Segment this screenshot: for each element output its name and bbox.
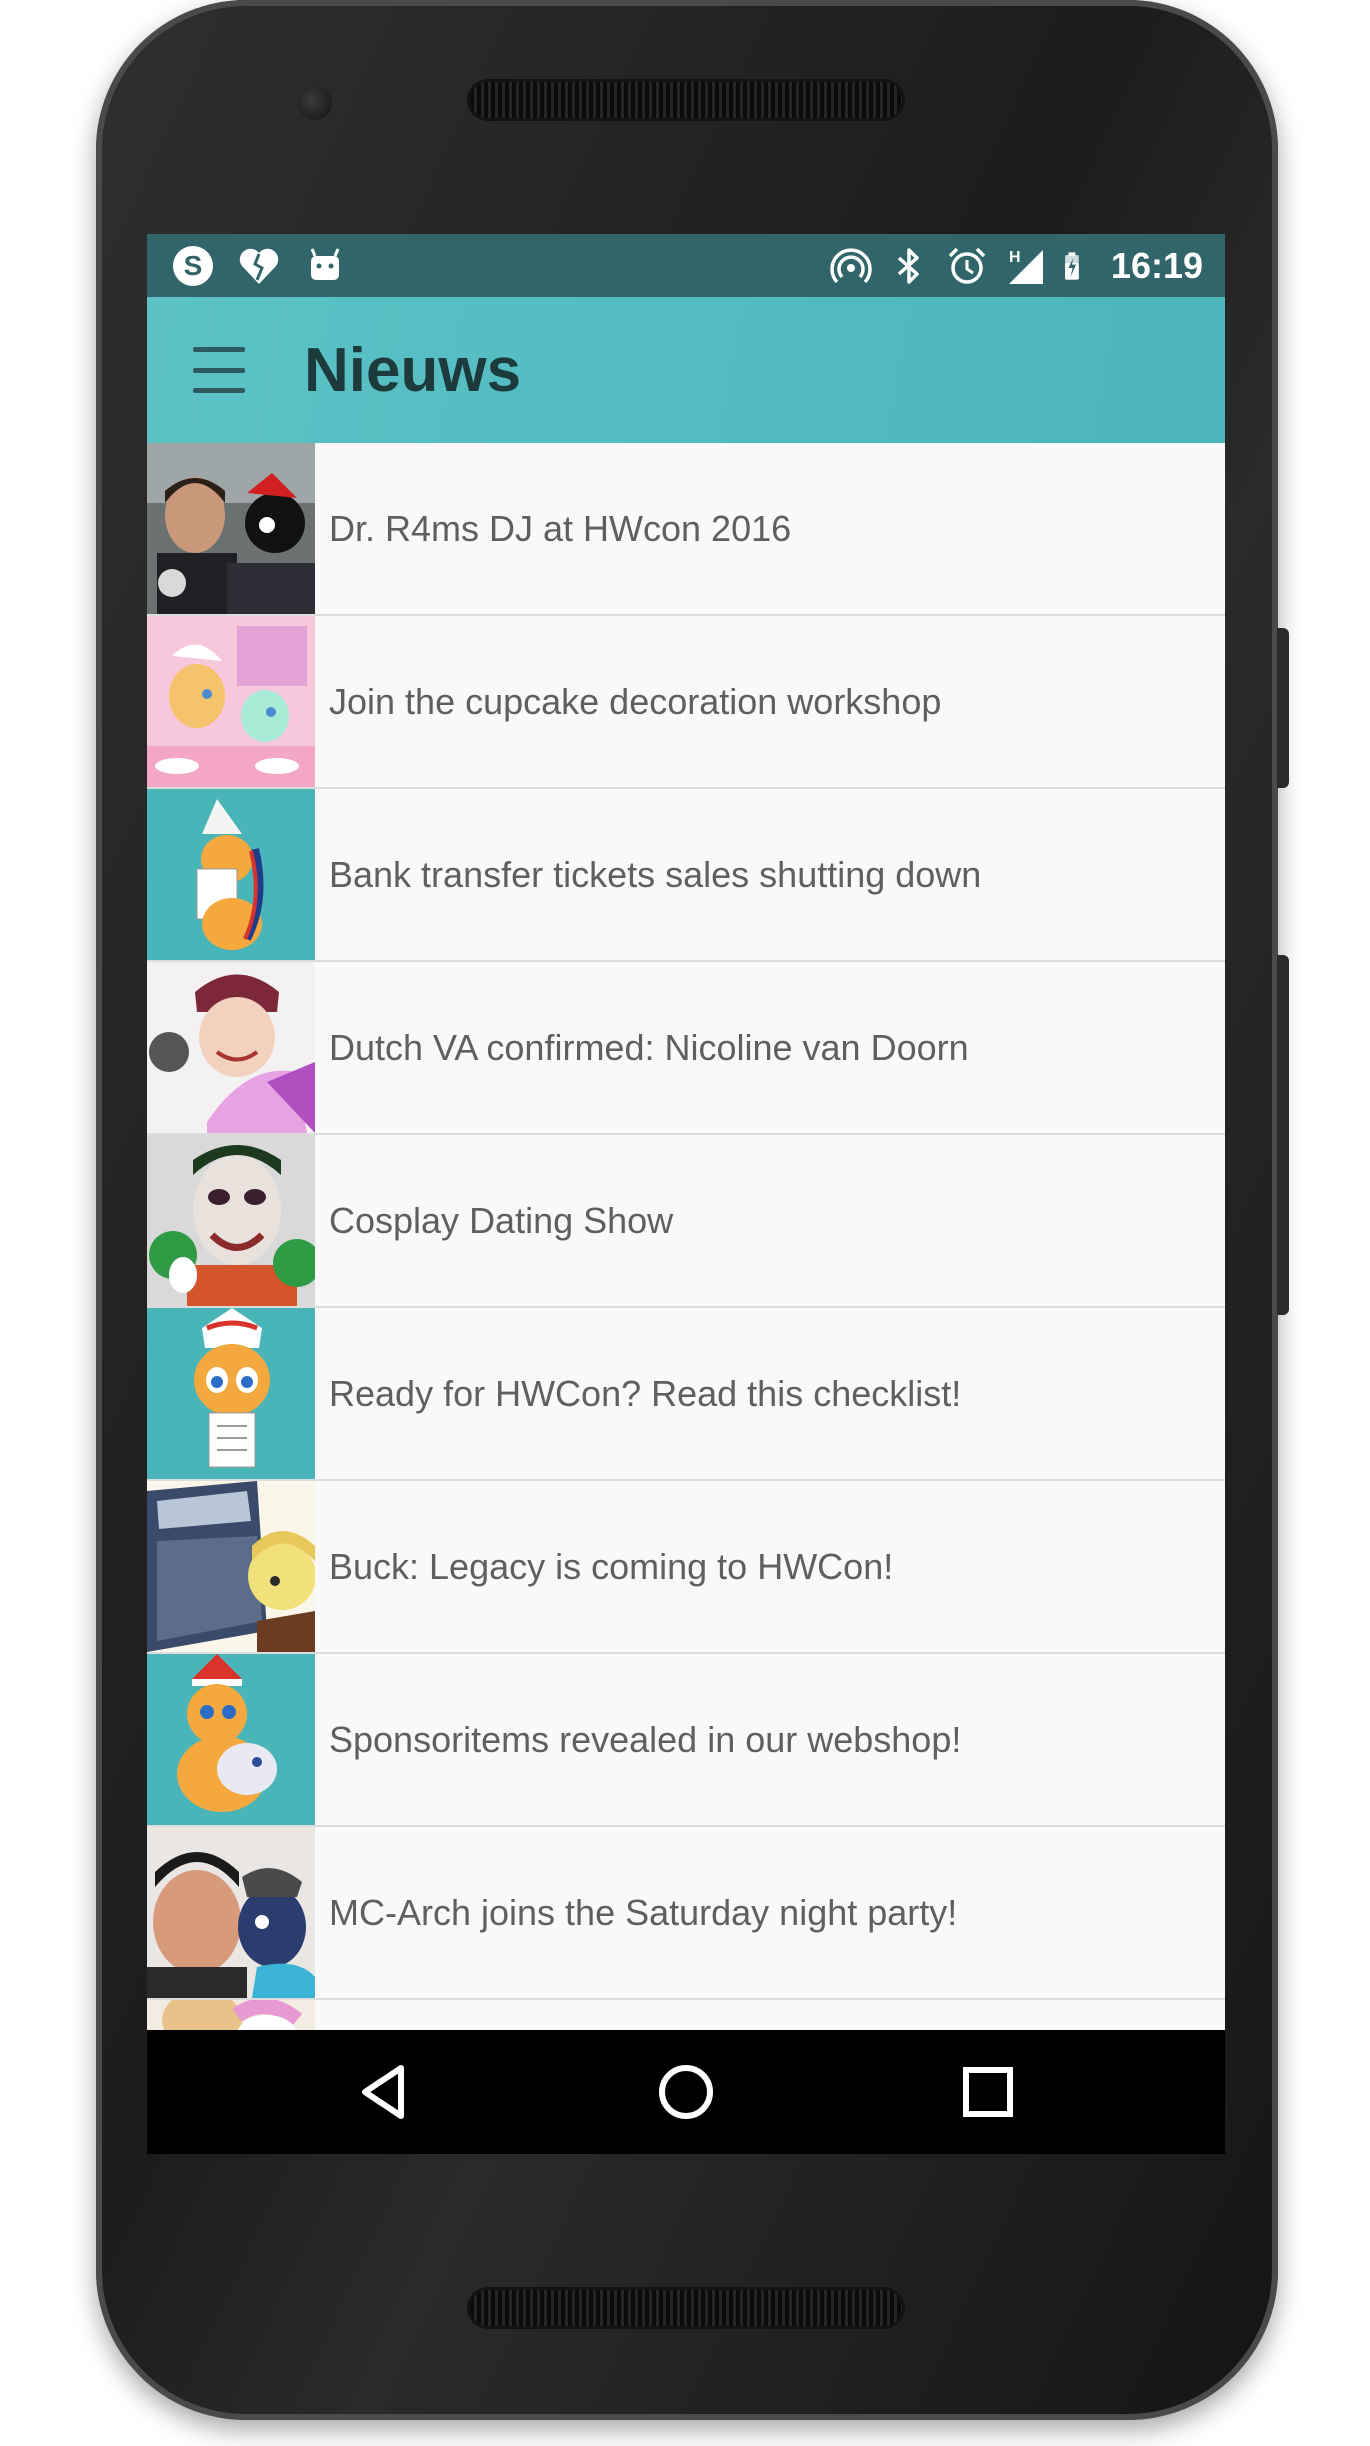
svg-text:S: S: [184, 250, 203, 281]
news-item[interactable]: MC-Arch joins the Saturday night party!: [147, 1827, 1225, 2000]
news-title: Bank transfer tickets sales shutting dow…: [329, 854, 982, 895]
app-bar: Nieuws: [147, 297, 1225, 443]
news-thumbnail: [147, 1654, 315, 1825]
news-thumbnail: [147, 1481, 315, 1652]
power-button: [1277, 628, 1289, 788]
earpiece-speaker: [470, 82, 902, 118]
news-title: Join the cupcake decoration workshop: [329, 681, 942, 722]
recents-icon[interactable]: [954, 2058, 1022, 2126]
front-camera: [298, 86, 332, 120]
broken-heart-icon: [239, 248, 279, 284]
signal-h-icon: H: [1008, 249, 1043, 284]
news-item[interactable]: Sponsoritems revealed in our webshop!: [147, 1654, 1225, 1827]
news-title: Sponsoritems revealed in our webshop!: [329, 1719, 962, 1760]
screen: S H 16:19 Nieuws Dr. R4ms DJ at HWcon 20…: [147, 234, 1225, 2154]
news-thumbnail: [147, 616, 315, 787]
news-item[interactable]: Cosplay Dating Show: [147, 1135, 1225, 1308]
news-item[interactable]: Bank transfer tickets sales shutting dow…: [147, 789, 1225, 962]
news-thumbnail: [147, 1135, 315, 1306]
bluetooth-icon: [897, 248, 919, 284]
hamburger-menu-icon[interactable]: [193, 347, 245, 393]
hotspot-icon: [830, 248, 872, 284]
news-item[interactable]: Join the cupcake decoration workshop: [147, 616, 1225, 789]
news-title: Ready for HWCon? Read this checklist!: [329, 1373, 962, 1414]
news-thumbnail: [147, 1827, 315, 1998]
page-title: Nieuws: [304, 336, 522, 405]
news-title: Buck: Legacy is coming to HWCon!: [329, 1546, 894, 1587]
news-item[interactable]: Dutch VA confirmed: Nicoline van Doorn: [147, 962, 1225, 1135]
clock: 16:19: [1110, 245, 1203, 286]
news-list: Dr. R4ms DJ at HWcon 2016 Join the cupca…: [147, 443, 1225, 2154]
battery-charging-icon: [1065, 252, 1079, 280]
news-thumbnail: [147, 789, 315, 960]
news-title: Dr. R4ms DJ at HWcon 2016: [329, 508, 792, 549]
alarm-icon: [948, 247, 986, 284]
news-thumbnail: [147, 1308, 315, 1479]
home-icon[interactable]: [652, 2058, 720, 2126]
bottom-speaker: [470, 2290, 902, 2326]
news-title: Cosplay Dating Show: [329, 1200, 674, 1241]
system-status-icons: H 16:19: [829, 240, 1203, 292]
back-icon[interactable]: [351, 2058, 419, 2126]
android-icon: [310, 248, 340, 280]
volume-button: [1277, 955, 1289, 1315]
network-type: H: [1009, 249, 1021, 266]
notification-icons: S: [171, 242, 347, 290]
news-title: MC-Arch joins the Saturday night party!: [329, 1892, 958, 1933]
navigation-bar: [147, 2030, 1225, 2154]
news-title: Dutch VA confirmed: Nicoline van Doorn: [329, 1027, 969, 1068]
news-item[interactable]: Ready for HWCon? Read this checklist!: [147, 1308, 1225, 1481]
news-item[interactable]: Buck: Legacy is coming to HWCon!: [147, 1481, 1225, 1654]
news-item[interactable]: Dr. R4ms DJ at HWcon 2016: [147, 443, 1225, 616]
news-thumbnail: [147, 443, 315, 614]
status-bar: S H 16:19: [147, 234, 1225, 297]
skype-icon: S: [173, 246, 213, 286]
news-thumbnail: [147, 962, 315, 1133]
